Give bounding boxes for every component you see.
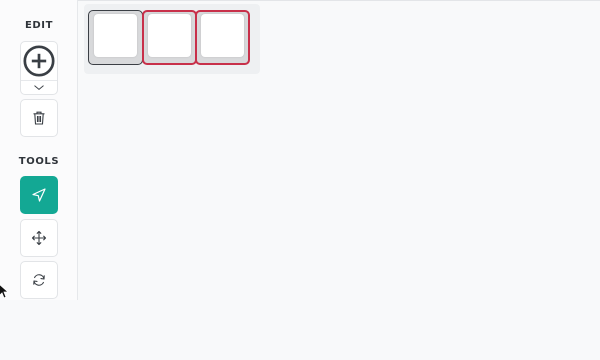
- plus-circle-icon: [23, 45, 55, 77]
- add-key-button[interactable]: [21, 42, 57, 80]
- key-1-cap: [94, 14, 137, 57]
- key-1[interactable]: [88, 10, 143, 65]
- move-arrows-icon: [31, 230, 47, 246]
- key-3-cap: [201, 14, 244, 57]
- rotate-icon: [33, 274, 45, 286]
- expand-add-options-button[interactable]: [21, 81, 57, 94]
- sidebar: EDIT TOOLS: [0, 0, 78, 300]
- key-2-cap: [148, 14, 191, 57]
- add-key-group: [20, 41, 58, 95]
- trash-icon: [33, 111, 45, 125]
- chevron-down-icon: [34, 85, 44, 90]
- key-3-selected[interactable]: [195, 10, 250, 65]
- navigation-arrow-icon: [32, 188, 46, 202]
- select-tool-button[interactable]: [20, 176, 58, 214]
- delete-button[interactable]: [20, 99, 58, 137]
- rotate-tool-button[interactable]: [20, 261, 58, 299]
- tools-section-label: TOOLS: [18, 156, 60, 167]
- key-2-selected[interactable]: [142, 10, 197, 65]
- mouse-cursor-icon: [0, 284, 8, 299]
- top-border: [0, 0, 600, 1]
- keyboard-canvas[interactable]: [84, 4, 260, 74]
- edit-section-label: EDIT: [24, 20, 54, 31]
- move-tool-button[interactable]: [20, 219, 58, 257]
